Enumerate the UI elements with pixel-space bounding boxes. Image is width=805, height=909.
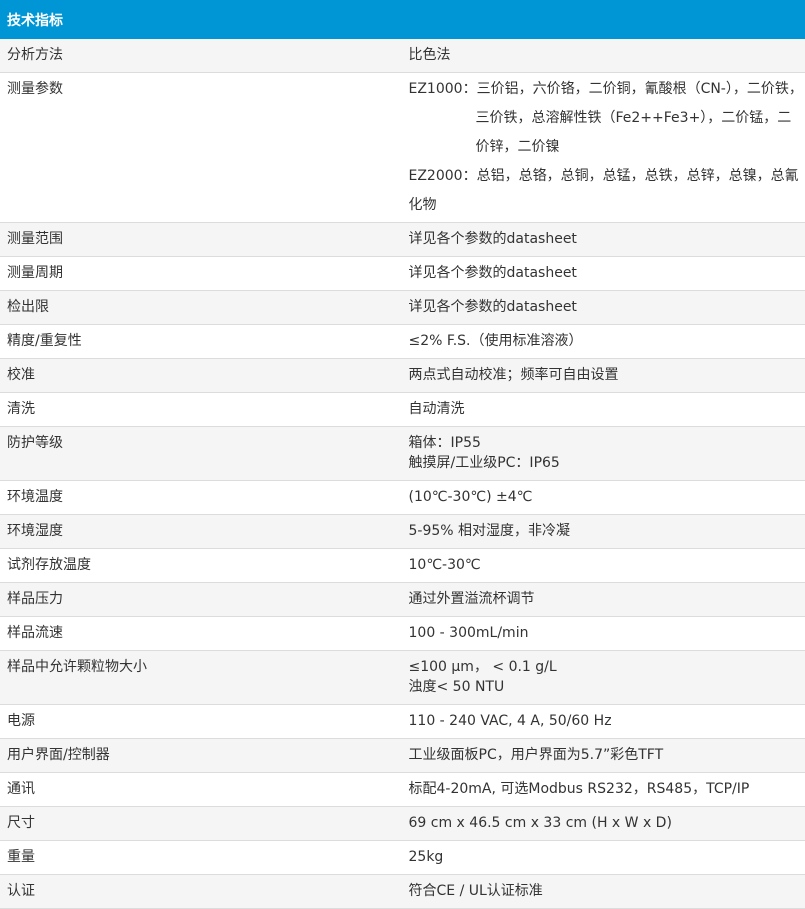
table-row: 清洗 自动清洗 <box>0 393 805 427</box>
row-label: 样品中允许颗粒物大小 <box>0 651 403 705</box>
table-row: 电源 110 - 240 VAC, 4 A, 50/60 Hz <box>0 705 805 739</box>
value-line: 100 - 300mL/min <box>409 623 805 643</box>
row-label: 测量范围 <box>0 223 403 257</box>
row-label: 检出限 <box>0 291 403 325</box>
value-line: 69 cm x 46.5 cm x 33 cm (H x W x D) <box>409 813 805 833</box>
spec-table: 技术指标 分析方法 比色法 测量参数 EZ1000：三价铝，六价铬，二价铜，氰酸… <box>0 0 805 909</box>
row-value: 两点式自动校准；频率可自由设置 <box>403 359 805 393</box>
row-label: 试剂存放温度 <box>0 549 403 583</box>
row-label: 环境湿度 <box>0 515 403 549</box>
row-value: 比色法 <box>403 39 805 73</box>
value-line: 触摸屏/工业级PC：IP65 <box>409 453 805 473</box>
value-line: 浊度< 50 NTU <box>409 677 805 697</box>
row-value: 10℃-30℃ <box>403 549 805 583</box>
spec-header-row: 技术指标 <box>0 0 805 39</box>
table-row: 样品中允许颗粒物大小 ≤100 µm， < 0.1 g/L 浊度< 50 NTU <box>0 651 805 705</box>
table-row: 环境温度 (10℃-30℃) ±4℃ <box>0 481 805 515</box>
table-row: 试剂存放温度 10℃-30℃ <box>0 549 805 583</box>
value-line: 详见各个参数的datasheet <box>409 263 805 283</box>
table-row: 测量范围 详见各个参数的datasheet <box>0 223 805 257</box>
row-label: 用户界面/控制器 <box>0 739 403 773</box>
table-row: 用户界面/控制器 工业级面板PC，用户界面为5.7”彩色TFT <box>0 739 805 773</box>
row-value: 通过外置溢流杯调节 <box>403 583 805 617</box>
value-line: 5-95% 相对湿度，非冷凝 <box>409 521 805 541</box>
row-label: 样品流速 <box>0 617 403 651</box>
table-row: 分析方法 比色法 <box>0 39 805 73</box>
row-value: ≤100 µm， < 0.1 g/L 浊度< 50 NTU <box>403 651 805 705</box>
row-value: 工业级面板PC，用户界面为5.7”彩色TFT <box>403 739 805 773</box>
table-row: 测量周期 详见各个参数的datasheet <box>0 257 805 291</box>
table-row: 测量参数 EZ1000：三价铝，六价铬，二价铜，氰酸根（CN-），二价铁， 三价… <box>0 73 805 223</box>
value-line: 详见各个参数的datasheet <box>409 229 805 249</box>
value-line: 标配4-20mA, 可选Modbus RS232，RS485，TCP/IP <box>409 779 805 799</box>
table-row: 通讯 标配4-20mA, 可选Modbus RS232，RS485，TCP/IP <box>0 773 805 807</box>
value-line: EZ1000：三价铝，六价铬，二价铜，氰酸根（CN-），二价铁， <box>409 75 805 104</box>
table-row: 认证 符合CE / UL认证标准 <box>0 875 805 909</box>
value-line: 自动清洗 <box>409 399 805 419</box>
value-line: 通过外置溢流杯调节 <box>409 589 805 609</box>
table-row: 精度/重复性 ≤2% F.S.（使用标准溶液） <box>0 325 805 359</box>
row-label: 清洗 <box>0 393 403 427</box>
row-value: 详见各个参数的datasheet <box>403 257 805 291</box>
row-value: 25kg <box>403 841 805 875</box>
value-line: 详见各个参数的datasheet <box>409 297 805 317</box>
value-line: 箱体：IP55 <box>409 433 805 453</box>
spec-header-title: 技术指标 <box>0 0 805 39</box>
row-label: 测量周期 <box>0 257 403 291</box>
value-line: 工业级面板PC，用户界面为5.7”彩色TFT <box>409 745 805 765</box>
value-line: EZ2000：总铝，总铬，总铜，总锰，总铁，总锌，总镍，总氰化物 <box>409 162 805 220</box>
row-value: 箱体：IP55 触摸屏/工业级PC：IP65 <box>403 427 805 481</box>
value-line: 两点式自动校准；频率可自由设置 <box>409 365 805 385</box>
value-line: 10℃-30℃ <box>409 555 805 575</box>
row-label: 认证 <box>0 875 403 909</box>
value-line: ≤2% F.S.（使用标准溶液） <box>409 331 805 351</box>
row-value: EZ1000：三价铝，六价铬，二价铜，氰酸根（CN-），二价铁， 三价铁，总溶解… <box>403 73 805 223</box>
row-value: 详见各个参数的datasheet <box>403 291 805 325</box>
row-label: 电源 <box>0 705 403 739</box>
table-row: 校准 两点式自动校准；频率可自由设置 <box>0 359 805 393</box>
table-row: 环境湿度 5-95% 相对湿度，非冷凝 <box>0 515 805 549</box>
value-line: 符合CE / UL认证标准 <box>409 881 805 901</box>
row-value: 100 - 300mL/min <box>403 617 805 651</box>
value-line: ≤100 µm， < 0.1 g/L <box>409 657 805 677</box>
value-line: (10℃-30℃) ±4℃ <box>409 487 805 507</box>
row-label: 精度/重复性 <box>0 325 403 359</box>
table-row: 重量 25kg <box>0 841 805 875</box>
row-label: 重量 <box>0 841 403 875</box>
row-label: 分析方法 <box>0 39 403 73</box>
value-line: 25kg <box>409 847 805 867</box>
value-line: 三价铁，总溶解性铁（Fe2++Fe3+），二价锰，二价锌，二价镍 <box>409 104 805 162</box>
row-value: 详见各个参数的datasheet <box>403 223 805 257</box>
row-label: 样品压力 <box>0 583 403 617</box>
row-value: (10℃-30℃) ±4℃ <box>403 481 805 515</box>
row-label: 校准 <box>0 359 403 393</box>
row-value: ≤2% F.S.（使用标准溶液） <box>403 325 805 359</box>
table-row: 检出限 详见各个参数的datasheet <box>0 291 805 325</box>
row-label: 通讯 <box>0 773 403 807</box>
row-label: 环境温度 <box>0 481 403 515</box>
row-value: 符合CE / UL认证标准 <box>403 875 805 909</box>
row-value: 110 - 240 VAC, 4 A, 50/60 Hz <box>403 705 805 739</box>
row-label: 防护等级 <box>0 427 403 481</box>
row-label: 测量参数 <box>0 73 403 223</box>
value-line: 比色法 <box>409 45 805 65</box>
row-value: 69 cm x 46.5 cm x 33 cm (H x W x D) <box>403 807 805 841</box>
table-row: 尺寸 69 cm x 46.5 cm x 33 cm (H x W x D) <box>0 807 805 841</box>
row-value: 5-95% 相对湿度，非冷凝 <box>403 515 805 549</box>
table-row: 样品流速 100 - 300mL/min <box>0 617 805 651</box>
row-value: 自动清洗 <box>403 393 805 427</box>
row-value: 标配4-20mA, 可选Modbus RS232，RS485，TCP/IP <box>403 773 805 807</box>
row-label: 尺寸 <box>0 807 403 841</box>
value-line: 110 - 240 VAC, 4 A, 50/60 Hz <box>409 711 805 731</box>
table-row: 样品压力 通过外置溢流杯调节 <box>0 583 805 617</box>
table-row: 防护等级 箱体：IP55 触摸屏/工业级PC：IP65 <box>0 427 805 481</box>
